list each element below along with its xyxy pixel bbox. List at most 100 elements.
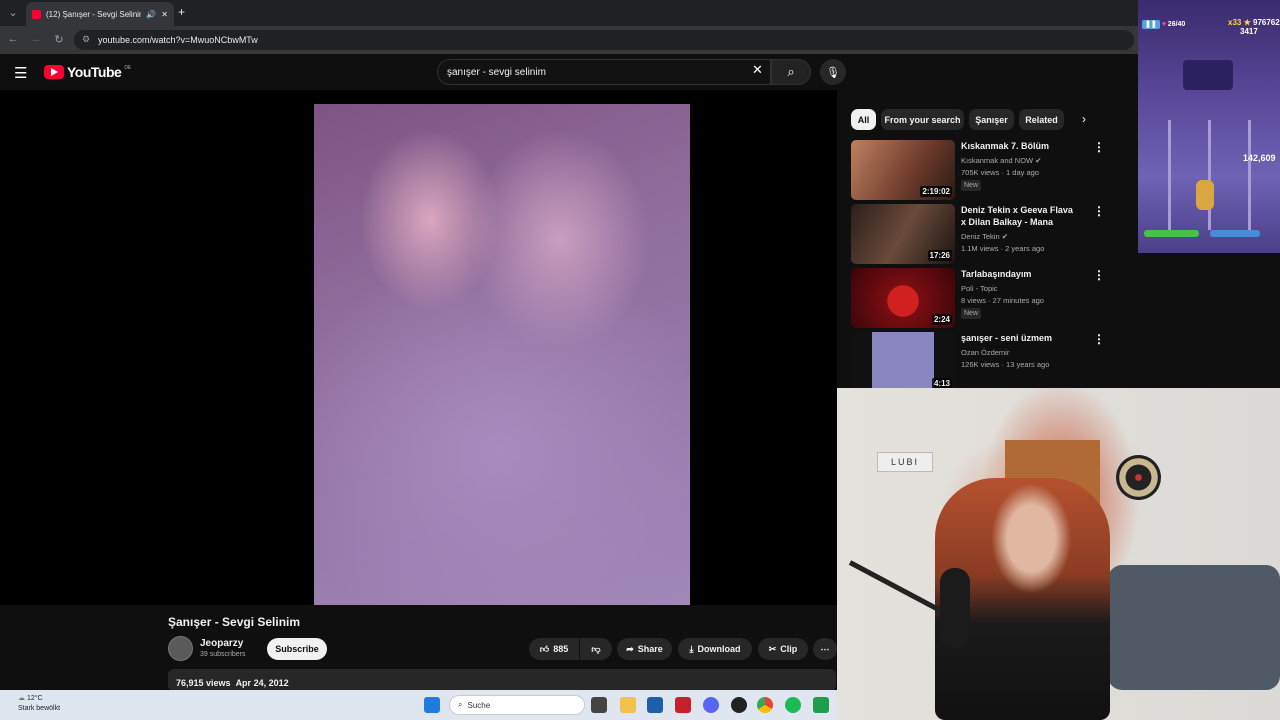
video-duration: 17:26: [927, 250, 952, 261]
obs-icon[interactable]: [731, 697, 747, 713]
youtube-favicon-icon: [32, 9, 41, 19]
clear-search-icon[interactable]: ✕: [752, 62, 763, 78]
app-icon[interactable]: [675, 697, 691, 713]
lightbox-sign: LUBI: [877, 452, 933, 472]
weather-widget[interactable]: ☁ 12°C Stark bewölkt: [18, 694, 60, 714]
more-icon: ⋯: [820, 643, 830, 654]
related-video[interactable]: 2:19:02 Kıskanmak 7. Bölüm Kıskanmak and…: [851, 140, 1111, 200]
related-video[interactable]: 2:24 Tarlabaşındayım Poli - Topic 8 view…: [851, 268, 1111, 328]
verified-icon: ✔: [1035, 156, 1042, 165]
back-icon[interactable]: ←: [4, 33, 22, 45]
file-explorer-icon[interactable]: [620, 697, 636, 713]
clip-label: Clip: [780, 644, 798, 654]
chrome-icon[interactable]: [757, 697, 773, 713]
thumbs-up-icon: 👍︎: [539, 643, 550, 654]
taskbar-search-placeholder: Suche: [467, 700, 491, 710]
voice-search-button[interactable]: 🎙: [820, 59, 846, 85]
store-icon[interactable]: [647, 697, 663, 713]
related-title[interactable]: Deniz Tekin x Geeva Flava x Dilan Balkay…: [961, 204, 1079, 228]
reload-icon[interactable]: ↻: [50, 33, 68, 46]
url-field[interactable]: ⚙ youtube.com/watch?v=MwuoNCbwMTw: [74, 30, 1134, 50]
related-title[interactable]: şanışer - seni üzmem: [961, 332, 1079, 344]
chip-all[interactable]: All: [851, 109, 876, 130]
weather-icon: ☁: [18, 695, 25, 702]
related-video[interactable]: 4:13 şanışer - seni üzmem Ozan Özdemir 1…: [851, 332, 1111, 388]
more-options-icon[interactable]: ⋮: [1093, 204, 1105, 218]
video-duration: 2:24: [931, 314, 952, 325]
more-options-icon[interactable]: ⋮: [1093, 268, 1105, 282]
channel-name[interactable]: Jeoparzy: [200, 638, 243, 649]
powerup-bar: [1210, 230, 1260, 237]
channel-avatar[interactable]: [168, 636, 193, 661]
spotify-icon[interactable]: [785, 697, 801, 713]
chip-saniser[interactable]: Şanışer: [969, 109, 1014, 130]
share-button[interactable]: ➦ Share: [617, 638, 672, 660]
youtube-wordmark: YouTube: [67, 64, 122, 80]
related-channel[interactable]: Kıskanmak and NOW ✔: [961, 156, 1042, 165]
thumbs-down-icon: 👎︎: [591, 643, 601, 654]
more-options-icon[interactable]: ⋮: [1093, 140, 1105, 154]
verified-icon: ✔: [1001, 232, 1009, 241]
rail: [1248, 120, 1251, 230]
temperature: 12°C: [26, 695, 43, 702]
more-options-icon[interactable]: ⋮: [1093, 332, 1105, 346]
like-button[interactable]: 👍︎ 885: [529, 638, 579, 660]
discord-icon[interactable]: [703, 697, 719, 713]
related-title[interactable]: Tarlabaşındayım: [961, 268, 1079, 280]
description-box[interactable]: 76,915 views Apr 24, 2012: [168, 669, 836, 691]
dartboard: [1116, 455, 1161, 500]
related-video[interactable]: 17:26 Deniz Tekin x Geeva Flava x Dilan …: [851, 204, 1111, 264]
browser-tab[interactable]: (12) Şanışer - Sevgi Selinim 🔊 ✕: [26, 2, 174, 26]
chevron-right-icon[interactable]: ›: [1082, 112, 1086, 126]
forward-icon[interactable]: →: [27, 33, 45, 45]
taskbar-search[interactable]: ⌕ Suche: [449, 695, 585, 715]
site-info-icon[interactable]: ⚙: [82, 34, 90, 45]
more-actions-button[interactable]: ⋯: [813, 638, 837, 660]
related-channel[interactable]: Poli - Topic: [961, 284, 998, 293]
search-input[interactable]: şanışer - sevgi selinim: [437, 59, 771, 85]
game-level: 3417: [1240, 27, 1258, 36]
upload-date: Apr 24, 2012: [235, 678, 289, 688]
subscriber-count: 39 subscribers: [200, 651, 246, 658]
chip-related[interactable]: Related: [1019, 109, 1064, 130]
dislike-button[interactable]: 👎︎: [580, 638, 612, 660]
microphone-icon: 🎙: [826, 66, 840, 79]
task-view-icon[interactable]: [591, 697, 607, 713]
video-thumbnail[interactable]: 17:26: [851, 204, 955, 264]
related-channel[interactable]: Deniz Tekin ✔: [961, 232, 1008, 241]
share-icon: ➦: [626, 643, 634, 654]
download-button[interactable]: ⤓ Download: [678, 638, 752, 660]
xbox-icon[interactable]: [813, 697, 829, 713]
related-meta: 705K views · 1 day ago: [961, 168, 1039, 177]
video-thumbnail[interactable]: 4:13: [851, 332, 955, 388]
game-distance: 142,609: [1243, 153, 1276, 163]
subscribe-button[interactable]: Subscribe: [267, 638, 327, 660]
rail: [1208, 120, 1211, 230]
chip-from-your-search[interactable]: From your search: [881, 109, 964, 130]
clip-button[interactable]: ✂ Clip: [758, 638, 808, 660]
audio-icon: 🔊: [146, 9, 157, 19]
browser-tab-bar: [0, 0, 1280, 26]
search-button[interactable]: ⌕: [771, 59, 811, 85]
scissors-icon: ✂: [768, 643, 777, 654]
video-thumbnail[interactable]: 2:24: [851, 268, 955, 328]
related-channel[interactable]: Ozan Özdemir: [961, 348, 1009, 357]
rail: [1168, 120, 1171, 230]
video-title: Şanışer - Sevgi Selinim: [168, 615, 301, 629]
game-lives: ❚❚ ♥ 26/40: [1142, 20, 1185, 29]
close-tab-icon[interactable]: ✕: [161, 10, 168, 19]
tab-list-icon[interactable]: ⌄: [4, 6, 22, 19]
youtube-logo[interactable]: YouTube DE: [44, 64, 131, 80]
hamburger-menu-icon[interactable]: ☰: [14, 64, 27, 82]
video-thumbnail[interactable]: 2:19:02: [851, 140, 955, 200]
url-text: youtube.com/watch?v=MwuoNCbwMTw: [98, 35, 258, 45]
video-duration: 2:19:02: [920, 186, 952, 197]
download-label: Download: [697, 644, 741, 654]
game-overlay: [1138, 0, 1280, 253]
new-tab-button[interactable]: +: [178, 5, 185, 19]
windows-start-icon[interactable]: [424, 697, 440, 713]
related-title[interactable]: Kıskanmak 7. Bölüm: [961, 140, 1079, 152]
video-frame[interactable]: [314, 104, 690, 605]
new-badge: New: [961, 180, 982, 191]
pause-icon: ❚❚: [1142, 20, 1160, 29]
